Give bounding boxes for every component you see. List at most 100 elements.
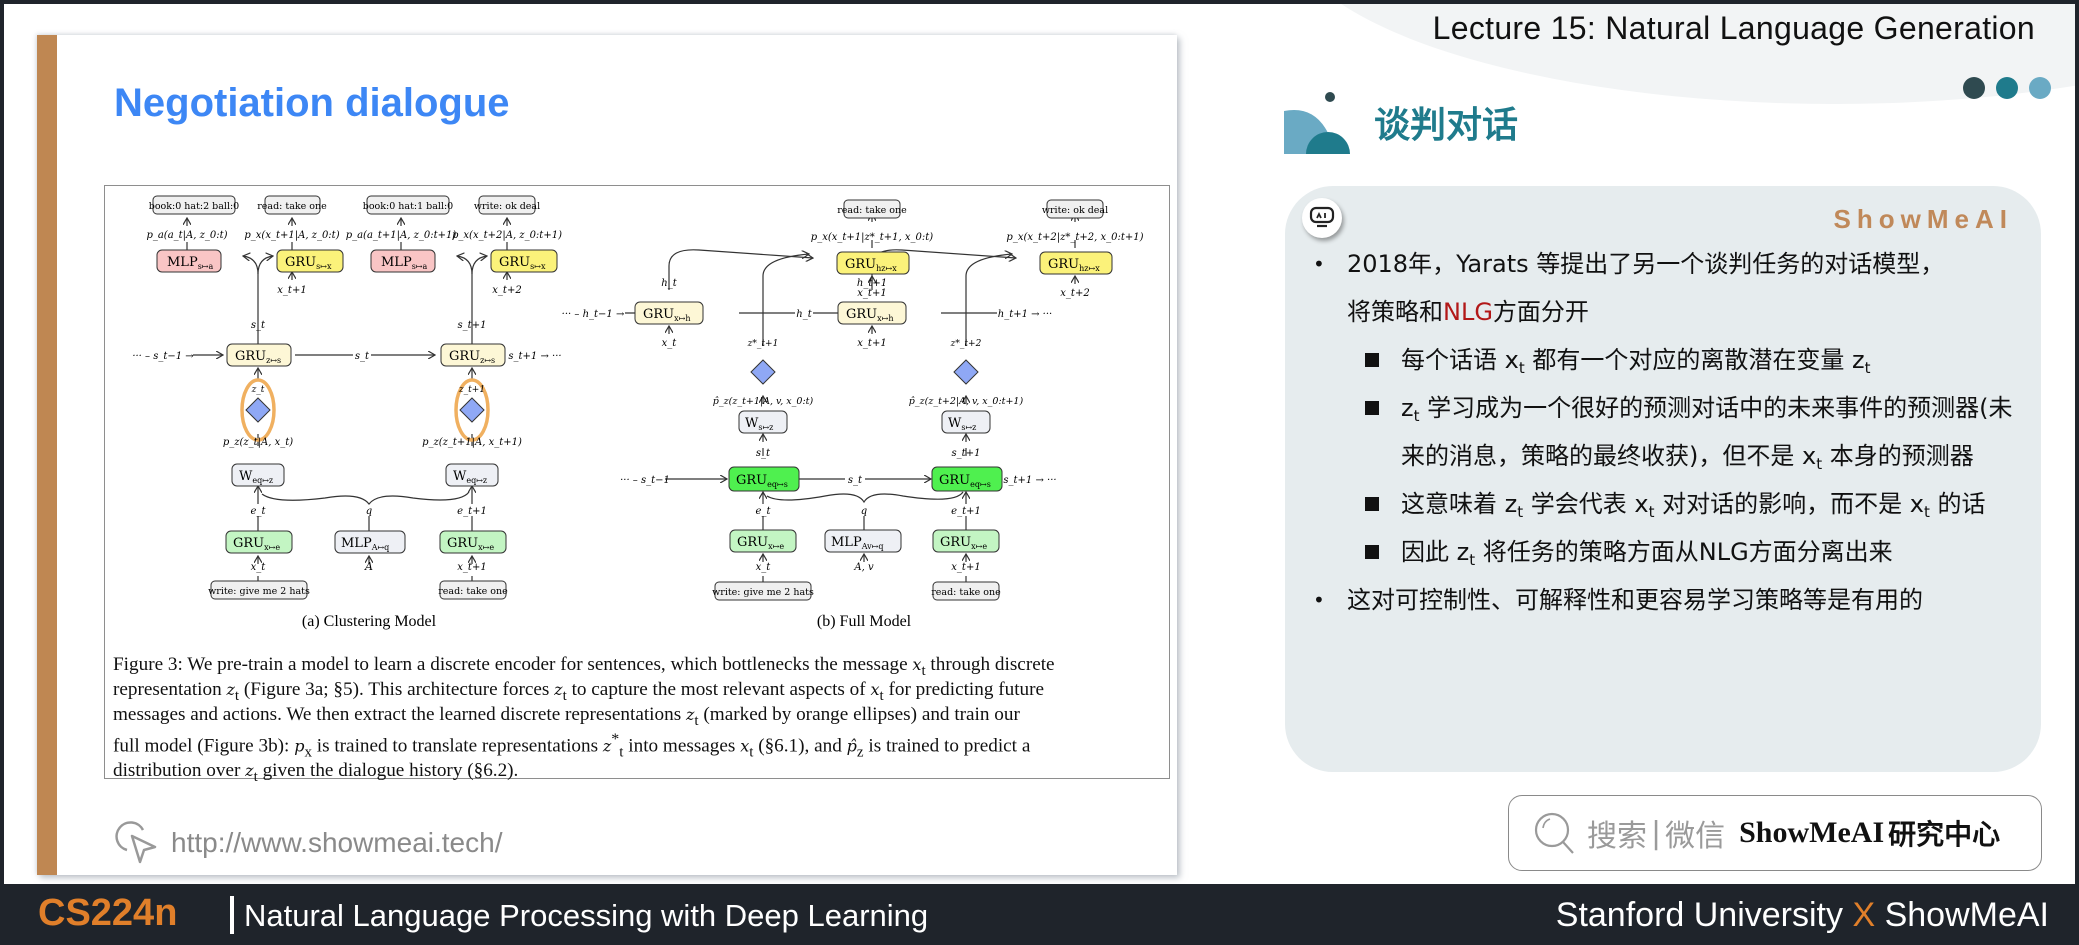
wechat-search-box[interactable]: 搜索 | 微信 ShowMeAI 研究中心 — [1508, 795, 2042, 871]
w-eq-to-z-node: Weq↦z — [445, 463, 499, 487]
var-label: x_t — [251, 562, 267, 573]
svg-text:write: ok deal: write: ok deal — [1042, 205, 1108, 216]
input-box: read: take one — [438, 580, 508, 600]
var-label: x_t — [662, 338, 678, 349]
cursor-click-icon — [115, 821, 157, 864]
slide-stage: Lecture 15: Natural Language Generation … — [4, 4, 2075, 884]
caption-line: messages and actions. We then extract th… — [113, 704, 1020, 729]
var-label: x_t+1 — [857, 288, 886, 299]
prob-label: p_x(x_t+2|z*_t+2, x_0:t+1) — [1006, 232, 1143, 243]
gru-x-to-e-node: GRUx↦e — [225, 530, 293, 554]
search-brand-suffix: 研究中心 — [1888, 818, 2001, 851]
course-name: Natural Language Processing with Deep Le… — [244, 898, 929, 933]
footer-bar: CS224n Natural Language Processing with … — [0, 884, 2079, 945]
var-label: e_t+1 — [951, 506, 981, 517]
gru-x-to-e-node: GRUx↦e — [729, 529, 797, 553]
gru-x-to-e-node: GRUx↦e — [932, 529, 1000, 553]
var-label: e_t+1 — [457, 506, 487, 517]
prob-label: p_z(z_t|A, x_t) — [223, 437, 293, 448]
ai-badge — [1302, 198, 1342, 238]
mlp-a-to-q-node: MLPA↦q — [334, 530, 406, 554]
input-box: write: give me 2 hats — [712, 581, 814, 601]
w-eq-to-z-node: Weq↦z — [231, 463, 285, 487]
prob-label: p_x(x_t+1|z*_t+1, x_0:t) — [811, 232, 933, 243]
output-box: book:0 hat:2 ball:0 — [149, 195, 239, 215]
svg-text:write: ok deal: write: ok deal — [474, 201, 540, 212]
svg-text:write: give me 2 hats: write: give me 2 hats — [712, 587, 814, 598]
latent-diamond — [459, 397, 485, 423]
lecture-title: Lecture 15: Natural Language Generation — [1432, 10, 2035, 46]
square-bullet-icon — [1365, 545, 1379, 559]
figure-caption: Figure 3: We pre-train a model to learn … — [113, 652, 1159, 785]
search-label-wechat: 微信 — [1665, 819, 1726, 854]
output-box: write: ok deal — [1042, 199, 1108, 219]
var-label: ··· – s_t−1 → — [132, 351, 194, 362]
section-decor-icon — [1284, 92, 1350, 154]
prob-label: p_x(x_t+2|A, z_0:t+1) — [452, 230, 562, 241]
var-label: ··· – s_t−1 — [620, 475, 670, 486]
course-code: CS224n — [38, 892, 178, 934]
svg-text:book:0 hat:1 ball:0: book:0 hat:1 ball:0 — [363, 201, 453, 212]
var-label: s_t — [756, 448, 771, 459]
var-label: q — [366, 506, 372, 517]
caption-line: representation zt (Figure 3a; §5). This … — [113, 679, 1045, 704]
footer-divider — [230, 896, 234, 934]
var-label: q — [861, 506, 867, 517]
var-label: h_t — [796, 309, 812, 320]
caption-line: full model (Figure 3b): px is trained to… — [113, 731, 1031, 761]
sub-bullet-item: 因此 zt 将任务的策略方面从NLG方面分离出来 — [1311, 528, 2021, 576]
slide-title: Negotiation dialogue — [114, 81, 510, 125]
var-label: s_t — [355, 351, 370, 362]
var-label: z_t — [251, 385, 265, 395]
output-box: read: take one — [837, 199, 907, 219]
latent-diamond — [953, 359, 979, 385]
svg-text:book:0 hat:2 ball:0: book:0 hat:2 ball:0 — [149, 201, 239, 212]
var-label: x_t+1 — [951, 562, 980, 573]
w-s-to-z-node: Ws↦z — [738, 410, 788, 434]
var-label: e_t — [251, 506, 267, 517]
gru-hz-to-x-node: GRUhz↦x — [836, 251, 910, 275]
website-link[interactable]: http://www.showmeai.tech/ — [115, 820, 502, 866]
caption-line: Figure 3: We pre-train a model to learn … — [113, 654, 1055, 679]
square-bullet-icon — [1365, 353, 1379, 367]
var-label: A, v — [853, 562, 874, 573]
section-title: 谈判对话 — [1374, 105, 1519, 146]
gru-eq-to-s-node: GRUeq↦s — [728, 466, 800, 492]
var-label: x_t+1 — [277, 285, 306, 296]
prob-label: p_a(a_t+1|A, z_0:t+1) — [346, 230, 457, 241]
prob-label: p_x(x_t+1|A, z_0:t) — [244, 230, 339, 241]
var-label: s_t — [848, 475, 863, 486]
svg-text:read: take one: read: take one — [438, 586, 508, 597]
gru-x-to-h-node: GRUx↦h — [634, 301, 704, 325]
paper-figure: book:0 hat:2 ball:0 read: take one book:… — [104, 185, 1170, 785]
output-box: book:0 hat:1 ball:0 — [363, 195, 453, 215]
model-diagram: book:0 hat:2 ball:0 read: take one book:… — [132, 195, 1144, 630]
prob-label: p_a(a_t|A, z_0:t) — [146, 230, 227, 241]
input-box: write: give me 2 hats — [208, 580, 310, 600]
sub-bullet-item: 这意味着 zt 学会代表 xt 对对话的影响，而不是 xt 的话 — [1311, 480, 2021, 528]
gru-z-to-s-node: GRUz↦s — [226, 343, 292, 367]
url-text[interactable]: http://www.showmeai.tech/ — [171, 827, 502, 859]
brand-logo-text: ShowMeAI — [1833, 204, 2013, 234]
square-bullet-icon — [1365, 401, 1379, 415]
sub-bullet-item: 每个话语 xt 都有一个对应的离散潜在变量 zt — [1311, 336, 2021, 384]
var-label: z_t+1 — [458, 385, 485, 395]
bullet-item: 2018年，Yarats 等提出了另一个谈判任务的对话模型， 将策略和NLG方面… — [1311, 240, 2021, 336]
var-label: h_t+1 — [857, 278, 887, 289]
var-label: s_t+1 — [458, 320, 487, 331]
var-label: s_t+1 → ··· — [508, 351, 561, 362]
prob-label: p_z(z_t+1|A, x_t+1) — [422, 437, 522, 448]
var-label: z*_t+1 — [747, 339, 779, 349]
gru-x-to-h-node: GRUx↦h — [837, 301, 907, 325]
var-label: x_t+1 — [457, 562, 486, 573]
sub-bullet-item: zt 学习成为一个很好的预测对话中的未来事件的预测器(未来的消息，策略的最终收获… — [1311, 384, 2021, 480]
decor-dot-light — [2029, 77, 2051, 99]
svg-text:write: give me 2 hats: write: give me 2 hats — [208, 586, 310, 597]
decor-dot-dark — [1963, 77, 1985, 99]
var-label: s_t+1 → ··· — [1003, 475, 1056, 486]
prob-label: p̂_z(z_t+1|A, v, x_0:t) — [713, 396, 814, 407]
gru-eq-to-s-node: GRUeq↦s — [931, 466, 1003, 492]
gru-s-to-x-node: GRUs↦x — [276, 249, 344, 273]
full-model: read: take one write: ok deal p_x(x_t+1|… — [562, 199, 1144, 630]
svg-text:read: take one: read: take one — [931, 587, 1001, 598]
